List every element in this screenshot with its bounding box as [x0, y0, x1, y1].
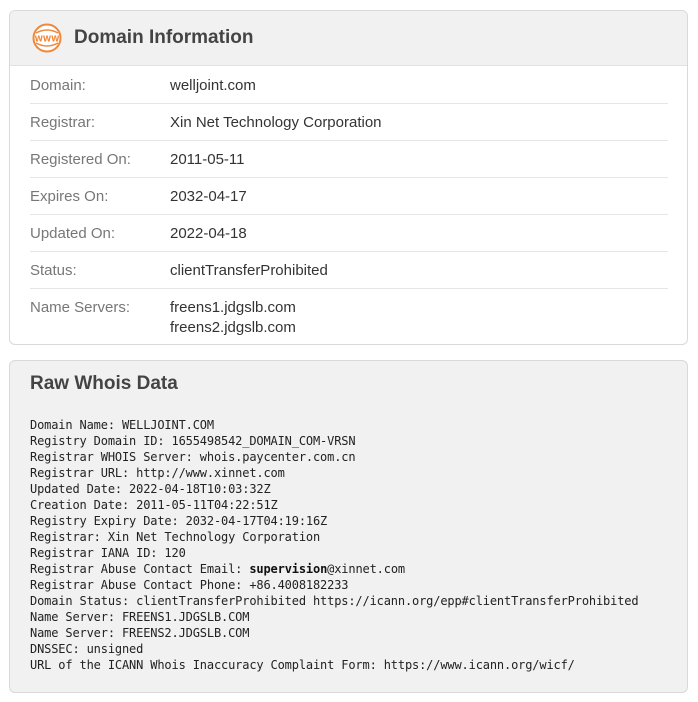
domain-info-table: Domain: welljoint.com Registrar: Xin Net…: [30, 67, 668, 338]
info-row-updated-on: Updated On: 2022-04-18: [30, 215, 668, 252]
whois-line: Name Server: FREENS2.JDGSLB.COM: [30, 626, 250, 640]
info-row-registrar: Registrar: Xin Net Technology Corporatio…: [30, 104, 668, 141]
whois-line: Domain Name: WELLJOINT.COM: [30, 418, 214, 432]
domain-information-title: Domain Information: [74, 27, 254, 48]
info-row-domain: Domain: welljoint.com: [30, 67, 668, 104]
raw-whois-title: Raw Whois Data: [30, 373, 178, 394]
info-value: clientTransferProhibited: [170, 261, 328, 279]
info-value: Xin Net Technology Corporation: [170, 113, 382, 131]
www-globe-icon: WWW: [32, 23, 62, 53]
whois-line: Registrar URL: http://www.xinnet.com: [30, 466, 285, 480]
whois-line: Domain Status: clientTransferProhibited …: [30, 594, 639, 608]
whois-line: Registrar Abuse Contact Phone: +86.40081…: [30, 578, 349, 592]
whois-line: Name Server: FREENS1.JDGSLB.COM: [30, 610, 250, 624]
info-value: welljoint.com: [170, 76, 256, 94]
whois-line: URL of the ICANN Whois Inaccuracy Compla…: [30, 658, 575, 672]
info-label: Registered On:: [30, 150, 131, 168]
raw-whois-text: Domain Name: WELLJOINT.COM Registry Doma…: [30, 417, 639, 673]
info-label: Expires On:: [30, 187, 109, 205]
www-icon-text: WWW: [35, 34, 61, 43]
info-label: Registrar:: [30, 113, 96, 131]
info-value: 2032-04-17: [170, 187, 247, 205]
info-label: Name Servers:: [30, 299, 131, 316]
whois-line: Updated Date: 2022-04-18T10:03:32Z: [30, 482, 271, 496]
domain-information-card: WWW Domain Information Domain: welljoint…: [9, 10, 688, 345]
name-server-value: freens1.jdgslb.com: [170, 299, 296, 316]
name-servers-list: freens1.jdgslb.com freens2.jdgslb.com: [170, 298, 296, 338]
whois-email-user: supervision: [249, 562, 328, 576]
whois-email-prefix: Registrar Abuse Contact Email:: [30, 562, 250, 576]
info-row-expires-on: Expires On: 2032-04-17: [30, 178, 668, 215]
whois-line: Registrar WHOIS Server: whois.paycenter.…: [30, 450, 356, 464]
info-label: Updated On:: [30, 224, 116, 242]
info-row-registered-on: Registered On: 2011-05-11: [30, 141, 668, 178]
raw-whois-card: Raw Whois Data Domain Name: WELLJOINT.CO…: [9, 360, 688, 693]
whois-line: Creation Date: 2011-05-11T04:22:51Z: [30, 498, 278, 512]
name-server-value: freens2.jdgslb.com: [170, 319, 296, 336]
whois-line: Registry Domain ID: 1655498542_DOMAIN_CO…: [30, 434, 356, 448]
info-value: 2011-05-11: [170, 150, 245, 168]
whois-line: Registrar: Xin Net Technology Corporatio…: [30, 530, 321, 544]
whois-email-domain: @xinnet.com: [327, 562, 405, 576]
info-row-status: Status: clientTransferProhibited: [30, 252, 668, 289]
whois-line: Registrar IANA ID: 120: [30, 546, 186, 560]
info-label: Status:: [30, 261, 77, 279]
info-value: 2022-04-18: [170, 224, 247, 242]
info-label: Domain:: [30, 76, 86, 94]
whois-line: Registry Expiry Date: 2032-04-17T04:19:1…: [30, 514, 328, 528]
domain-information-header: WWW Domain Information: [10, 11, 687, 66]
whois-line: DNSSEC: unsigned: [30, 642, 144, 656]
info-row-name-servers: Name Servers: freens1.jdgslb.com freens2…: [30, 289, 668, 338]
